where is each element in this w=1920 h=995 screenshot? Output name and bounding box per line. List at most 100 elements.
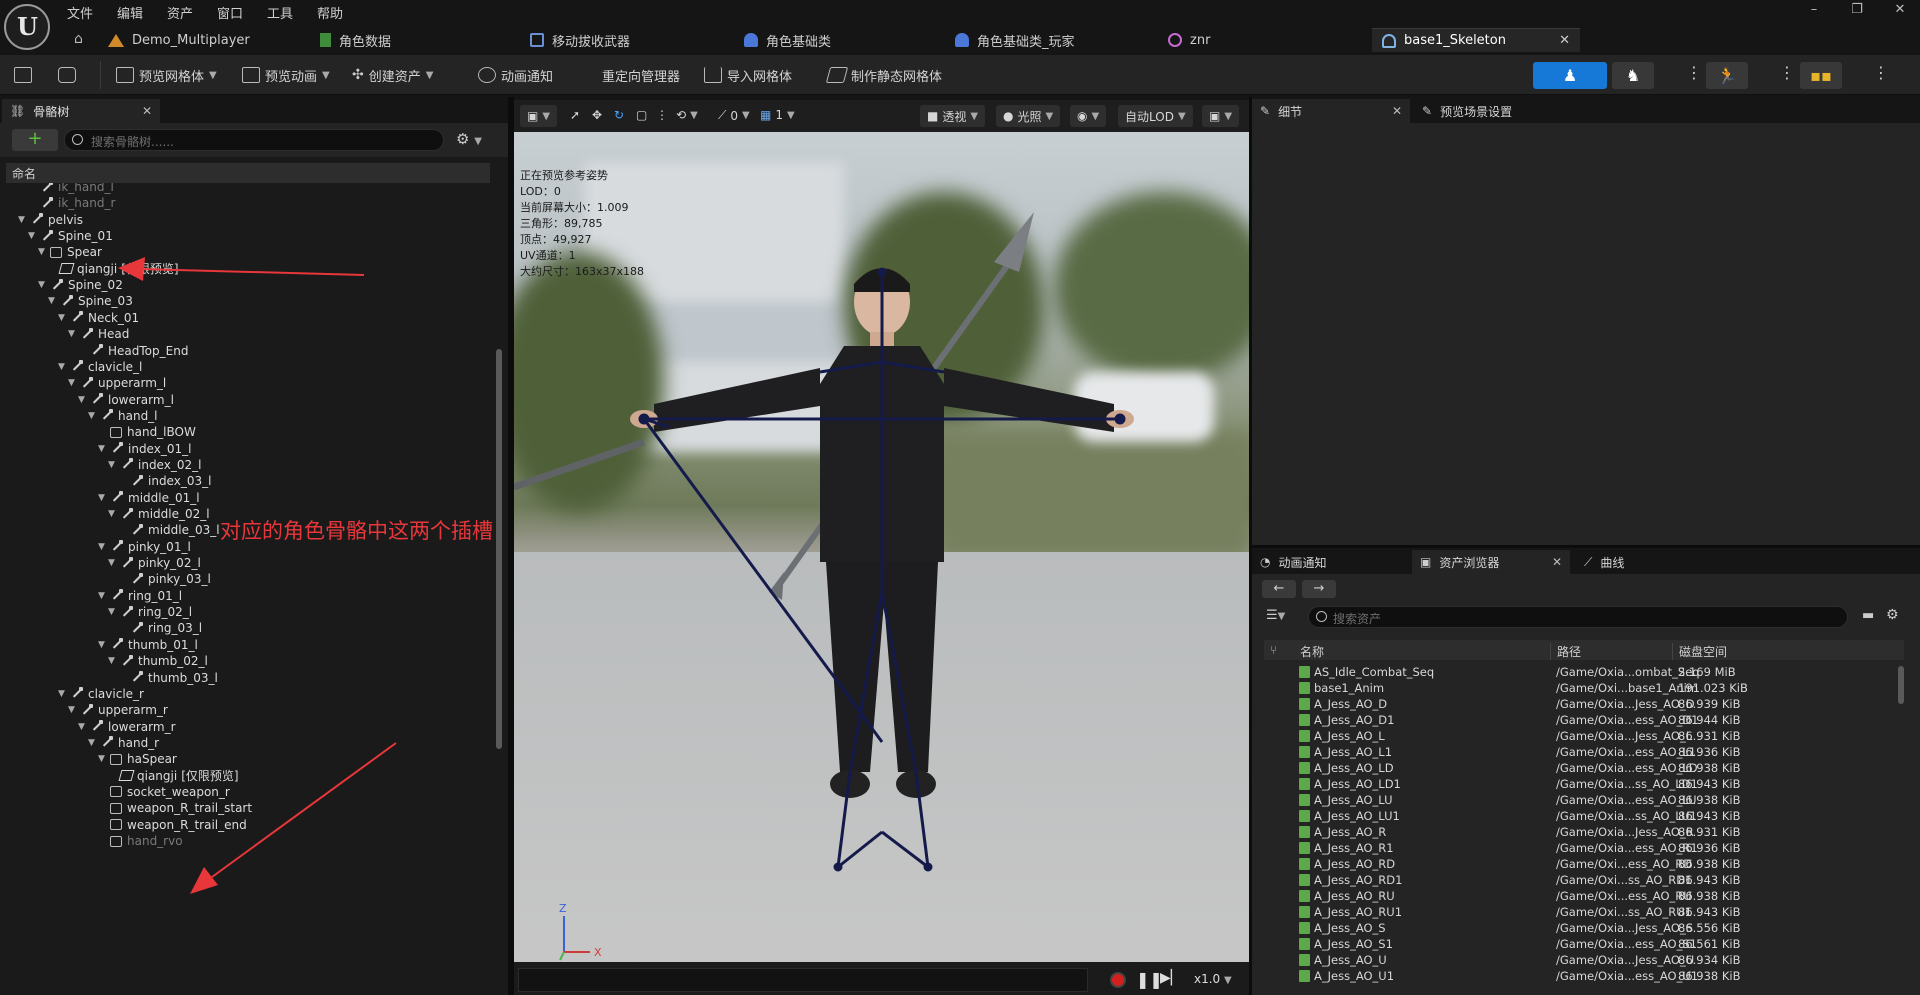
lod-button[interactable]: 自动LOD ▼ <box>1118 105 1193 127</box>
menu-tools[interactable]: 工具 <box>267 3 293 22</box>
select-tool-icon[interactable]: ➚ <box>570 108 580 122</box>
browse-icon[interactable] <box>58 65 76 85</box>
menu-edit[interactable]: 编辑 <box>117 3 143 22</box>
step-forward-button[interactable]: ▶▏ <box>1160 970 1182 986</box>
asset-row[interactable]: A_Jess_AO_RU/Game/Oxi...ess_AO_RU 86.938 … <box>1264 888 1894 904</box>
scale-tool-icon[interactable]: ▢ <box>636 108 647 122</box>
asset-row[interactable]: A_Jess_AO_LU1/Game/Oxia...ss_AO_LU1 86.94… <box>1264 808 1894 824</box>
skeleton-mode-button[interactable]: ♟ <box>1533 62 1607 89</box>
preview-scene[interactable]: 正在预览参考姿势 LOD：0 当前屏幕大小：1.009 三角形：89,785 顶… <box>514 132 1249 962</box>
home-icon[interactable]: ⌂ <box>74 31 83 47</box>
show-button[interactable]: ◉ ▼ <box>1070 105 1107 127</box>
timeline-scrubber[interactable] <box>518 968 1088 992</box>
filter-icon[interactable]: ☰▼ <box>1266 608 1285 623</box>
blueprint-mode-button[interactable]: ▪▪ <box>1800 62 1842 89</box>
anim-notify-button[interactable]: 动画通知 <box>478 65 553 85</box>
animation-mode-button[interactable]: 🏃 <box>1706 62 1748 89</box>
column-header-name[interactable]: 名称 <box>1300 643 1324 660</box>
details-tabbar: ✎ 细节 ✕ ✎ 预览场景设置 <box>1252 97 1920 123</box>
pause-button[interactable]: ❚❚ <box>1136 970 1163 989</box>
preview-anim-button[interactable]: 预览动画 ▼ <box>242 65 330 85</box>
more-options-icon[interactable]: ⋮ <box>1779 63 1795 82</box>
asset-row[interactable]: A_Jess_AO_U1/Game/Oxia...ess_AO_U1 86.938… <box>1264 968 1894 984</box>
retarget-manager-button[interactable]: 重定向管理器 <box>602 65 680 85</box>
tab-asset-browser[interactable]: ▣ 资产浏览器 ✕ <box>1412 550 1570 574</box>
menu-file[interactable]: 文件 <box>67 3 93 22</box>
asset-row[interactable]: A_Jess_AO_LU/Game/Oxia...ess_AO_LU 86.938… <box>1264 792 1894 808</box>
asset-row[interactable]: A_Jess_AO_R1/Game/Oxia...ess_AO_R1 86.936… <box>1264 840 1894 856</box>
forward-button[interactable]: → <box>1302 580 1336 598</box>
asset-row[interactable]: A_Jess_AO_D/Game/Oxia...Jess_AO_D 86.939 … <box>1264 696 1894 712</box>
more-tools-icon[interactable]: ⋮ <box>656 108 668 122</box>
scrollbar[interactable] <box>1898 666 1904 704</box>
record-button[interactable] <box>1110 972 1126 988</box>
asset-row[interactable]: A_Jess_AO_U/Game/Oxia...Jess_AO_U 86.934 … <box>1264 952 1894 968</box>
camera-speed-button[interactable]: ▦ 1 ▼ <box>760 108 795 122</box>
column-options-icon[interactable]: ⑂ <box>1270 643 1277 657</box>
column-header-disk[interactable]: 磁盘空间 <box>1672 643 1727 660</box>
skeleton-tree-panel: ⛓ 骨骼树 ✕ + 搜索骨骼树...... ⚙ ▼ 命名 ik_hand_l ik… <box>0 97 508 995</box>
annotation-arrow <box>190 742 397 894</box>
asset-row[interactable]: A_Jess_AO_S1/Game/Oxia...ess_AO_S1 86.561… <box>1264 936 1894 952</box>
save-icon[interactable] <box>14 65 32 85</box>
back-button[interactable]: ← <box>1262 580 1296 598</box>
close-icon[interactable]: ✕ <box>1559 33 1570 48</box>
menu-help[interactable]: 帮助 <box>317 3 343 22</box>
mesh-mode-button[interactable]: ♞ <box>1612 62 1654 89</box>
animation-asset-icon <box>1299 842 1310 854</box>
translate-tool-icon[interactable]: ✥ <box>592 108 602 122</box>
tab-base1-skeleton[interactable]: base1_Skeleton ✕ <box>1372 28 1580 52</box>
angle-snap-button[interactable]: ⟋ 0 ▼ <box>718 108 750 123</box>
viewport-options-button[interactable]: ▣ ▼ <box>520 105 558 127</box>
tab-curves[interactable]: ⟋ 曲线 <box>1576 550 1696 574</box>
local-space-icon[interactable]: ⟲ ▼ <box>676 108 698 122</box>
more-options-icon[interactable]: ⋮ <box>1873 63 1889 82</box>
asset-row[interactable]: A_Jess_AO_R/Game/Oxia...Jess_AO_R 86.931 … <box>1264 824 1894 840</box>
map-icon <box>108 33 124 47</box>
import-mesh-button[interactable]: 导入网格体 <box>704 65 792 85</box>
preview-mesh-button[interactable]: 预览网格体 ▼ <box>116 65 217 85</box>
asset-row[interactable]: A_Jess_AO_L/Game/Oxia...Jess_AO_L 86.931 … <box>1264 728 1894 744</box>
perspective-button[interactable]: ■ 透视 ▼ <box>920 105 986 127</box>
asset-search-input[interactable]: 搜索资产 <box>1308 606 1848 628</box>
asset-row[interactable]: A_Jess_AO_L1/Game/Oxia...ess_AO_L1 86.936… <box>1264 744 1894 760</box>
settings-gear-icon[interactable]: ⚙ <box>1886 607 1899 623</box>
restore-icon[interactable]: ❐ <box>1845 2 1869 17</box>
tab-demo-multiplayer[interactable]: Demo_Multiplayer <box>98 28 260 52</box>
viewport-layout-button[interactable]: ▣ ▼ <box>1202 105 1240 127</box>
more-options-icon[interactable]: ⋮ <box>1686 63 1702 82</box>
tab-anim-notifies[interactable]: ◔ 动画通知 <box>1252 550 1408 574</box>
tab-character-base-player[interactable]: 角色基础类_玩家 <box>945 28 1085 52</box>
window-close-icon[interactable]: ✕ <box>1888 2 1912 17</box>
tab-details[interactable]: ✎ 细节 ✕ <box>1252 99 1410 123</box>
create-asset-button[interactable]: ✣ 创建资产 ▼ <box>352 65 433 85</box>
close-icon[interactable]: ✕ <box>1392 104 1402 118</box>
tab-move-weapon[interactable]: 移动拔收武器 <box>520 28 640 52</box>
lighting-button[interactable]: ● 光照 ▼ <box>996 105 1061 127</box>
column-header-path[interactable]: 路径 <box>1550 643 1581 660</box>
make-static-mesh-button[interactable]: 制作静态网格体 <box>825 65 942 85</box>
viewport[interactable]: ▣ ▼ ➚ ✥ ↻ ▢ ⋮ ⟲ ▼ ⟋ 0 ▼ ▦ 1 ▼ ■ 透视 ▼ ● 光照 ▼ ◉ ▼… <box>514 100 1249 962</box>
asset-row[interactable]: A_Jess_AO_D1/Game/Oxia...ess_AO_D1 86.944… <box>1264 712 1894 728</box>
asset-row[interactable]: A_Jess_AO_LD/Game/Oxia...ess_AO_LD 86.938… <box>1264 760 1894 776</box>
asset-row[interactable]: A_Jess_AO_LD1/Game/Oxia...ss_AO_LD1 86.94… <box>1264 776 1894 792</box>
playback-speed-button[interactable]: x1.0 ▼ <box>1194 972 1232 986</box>
close-icon[interactable]: ✕ <box>1552 555 1562 569</box>
asset-row[interactable]: AS_Idle_Combat_Seq/Game/Oxia...ombat_Seq… <box>1264 664 1894 680</box>
tab-character-data[interactable]: 角色数据 <box>310 28 401 52</box>
minimize-icon[interactable]: – <box>1802 2 1826 17</box>
create-asset-label: 创建资产 <box>368 69 421 85</box>
tab-znr[interactable]: znr <box>1158 28 1220 52</box>
rotate-tool-icon[interactable]: ↻ <box>614 108 624 122</box>
tab-preview-scene-settings[interactable]: ✎ 预览场景设置 <box>1414 99 1594 123</box>
asset-row[interactable]: A_Jess_AO_RD/Game/Oxi...ess_AO_RD 86.938 … <box>1264 856 1894 872</box>
asset-row[interactable]: A_Jess_AO_S/Game/Oxia...Jess_AO_S 86.556 … <box>1264 920 1894 936</box>
unreal-logo-icon[interactable]: U <box>4 4 50 50</box>
menu-window[interactable]: 窗口 <box>217 3 243 22</box>
asset-row[interactable]: A_Jess_AO_RD1/Game/Oxi...ss_AO_RD1 86.943… <box>1264 872 1894 888</box>
folder-icon[interactable]: ▬ <box>1862 608 1874 623</box>
tab-character-base[interactable]: 角色基础类 <box>734 28 841 52</box>
asset-row[interactable]: base1_Anim/Game/Oxi...base1_Anim 191.023 … <box>1264 680 1894 696</box>
asset-row[interactable]: A_Jess_AO_RU1/Game/Oxi...ss_AO_RU1 86.943… <box>1264 904 1894 920</box>
menu-asset[interactable]: 资产 <box>167 3 193 22</box>
